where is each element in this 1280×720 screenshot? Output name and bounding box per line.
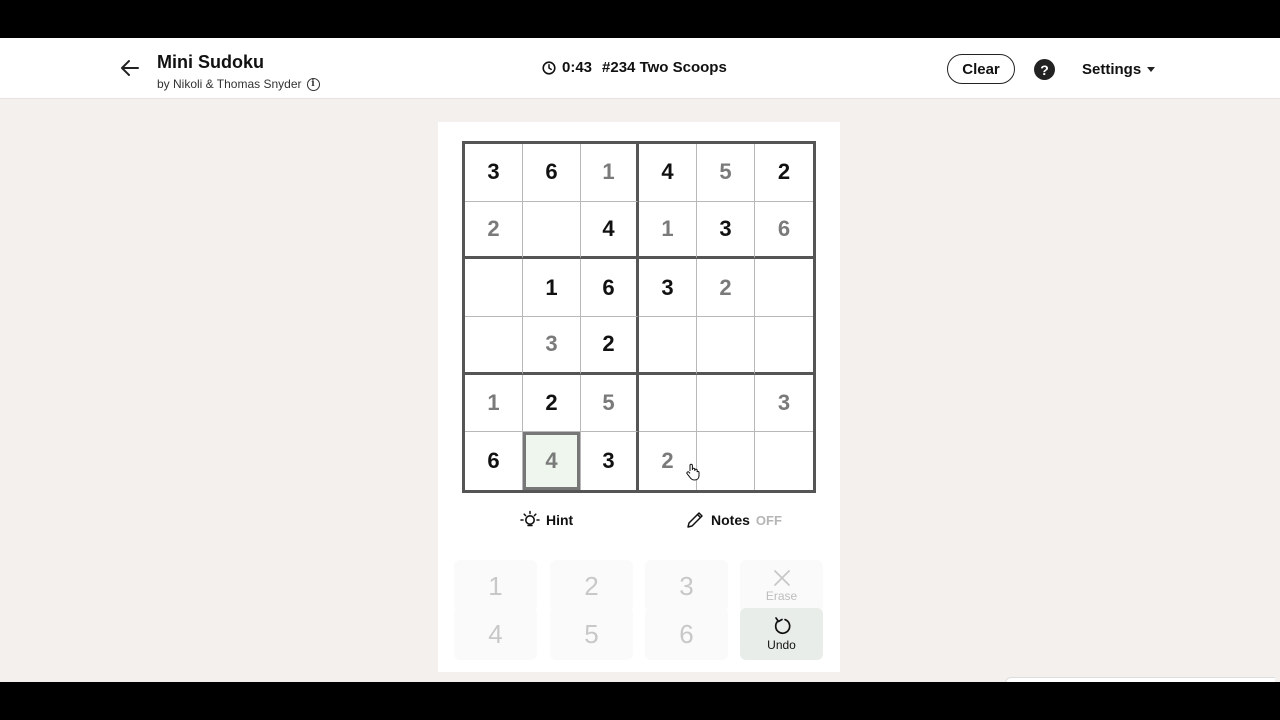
byline-text: by Nikoli & Thomas Snyder (157, 77, 302, 91)
puzzle-name: #234 Two Scoops (602, 59, 727, 76)
grid-cell-r4-c3[interactable] (639, 374, 697, 433)
grid-cell-r3-c3[interactable] (639, 317, 697, 375)
byline: by Nikoli & Thomas Snyder i (157, 77, 320, 91)
clock-icon (542, 60, 556, 75)
erase-label: Erase (765, 589, 798, 603)
undo-button[interactable]: Undo (740, 608, 823, 660)
grid-cell-r4-c5[interactable]: 3 (755, 375, 813, 433)
grid-cell-r5-c3[interactable]: 2 (639, 432, 697, 490)
number-key-5[interactable]: 5 (550, 608, 633, 660)
notes-label: Notes (711, 512, 750, 528)
grid-cell-r2-c0[interactable] (465, 259, 523, 317)
timer: 0:43 (562, 59, 593, 76)
back-arrow-icon[interactable] (116, 54, 144, 82)
grid-cell-r2-c5[interactable] (755, 259, 813, 317)
grid-cell-r3-c4[interactable] (697, 317, 755, 375)
grid-cell-r4-c0[interactable]: 1 (465, 374, 523, 433)
notes-state: OFF (755, 512, 782, 528)
grid-cell-r5-c5[interactable] (755, 432, 813, 490)
grid-cell-r0-c3[interactable]: 4 (639, 144, 697, 202)
info-icon[interactable]: i (306, 77, 320, 91)
grid-cell-r1-c3[interactable]: 1 (639, 201, 697, 260)
grid-cell-r0-c4[interactable]: 5 (697, 144, 755, 202)
game-frame: Mini Sudoku by Nikoli & Thomas Snyder i … (0, 38, 1280, 682)
game-panel: 3614522413616323212536432 Hint Notes OFF (438, 122, 840, 672)
grid-cell-r0-c0[interactable]: 3 (465, 144, 523, 202)
grid-cell-r2-c2[interactable]: 6 (581, 259, 639, 317)
grid-cell-r0-c2[interactable]: 1 (581, 144, 639, 202)
close-icon (773, 570, 790, 586)
timer-and-puzzle: 0:43 #234 Two Scoops (542, 59, 727, 76)
settings-label: Settings (1082, 61, 1142, 78)
settings-menu[interactable]: Settings (1082, 61, 1156, 78)
grid-cell-r5-c4[interactable] (697, 432, 755, 490)
grid-cell-r3-c5[interactable] (755, 317, 813, 375)
undo-icon (774, 617, 791, 635)
chevron-down-icon (1147, 67, 1156, 72)
grid-cell-r1-c4[interactable]: 3 (697, 201, 755, 260)
grid-cell-r3-c1[interactable]: 3 (523, 317, 581, 375)
help-icon[interactable]: ? (1034, 59, 1055, 80)
grid-cell-r5-c1[interactable]: 4 (523, 432, 581, 490)
grid-cell-r3-c0[interactable] (465, 317, 523, 375)
grid-cell-r5-c2[interactable]: 3 (581, 432, 639, 490)
undo-label: Undo (767, 638, 796, 652)
pencil-icon (687, 512, 703, 528)
grid-cell-r2-c1[interactable]: 1 (523, 259, 581, 317)
lightbulb-icon (520, 510, 540, 527)
number-key-2[interactable]: 2 (550, 560, 633, 612)
tool-row: Hint Notes OFF (438, 510, 840, 534)
grid-cell-r4-c1[interactable]: 2 (523, 374, 581, 433)
hint-button[interactable]: Hint (520, 510, 573, 530)
sudoku-grid: 3614522413616323212536432 (462, 141, 816, 493)
hand-cursor-icon (686, 463, 700, 481)
bottom-overlay (1005, 677, 1275, 682)
grid-cell-r1-c0[interactable]: 2 (465, 201, 523, 260)
number-key-4[interactable]: 4 (454, 608, 537, 660)
grid-cell-r1-c1[interactable] (523, 201, 581, 260)
notes-toggle[interactable]: Notes OFF (685, 510, 782, 530)
grid-cell-r1-c5[interactable]: 6 (755, 202, 813, 260)
number-key-6[interactable]: 6 (645, 608, 728, 660)
header-bar: Mini Sudoku by Nikoli & Thomas Snyder i … (0, 38, 1280, 99)
clear-button[interactable]: Clear (947, 54, 1015, 84)
number-key-1[interactable]: 1 (454, 560, 537, 612)
erase-button[interactable]: Erase (740, 560, 823, 612)
grid-cell-r2-c3[interactable]: 3 (639, 259, 697, 317)
hint-label: Hint (546, 512, 574, 528)
grid-cell-r4-c2[interactable]: 5 (581, 374, 639, 433)
grid-cell-r4-c4[interactable] (697, 374, 755, 433)
grid-cell-r3-c2[interactable]: 2 (581, 317, 639, 375)
grid-cell-r1-c2[interactable]: 4 (581, 201, 639, 260)
number-key-3[interactable]: 3 (645, 560, 728, 612)
grid-cell-r5-c0[interactable]: 6 (465, 432, 523, 490)
grid-cell-r0-c1[interactable]: 6 (523, 144, 581, 202)
game-title: Mini Sudoku (157, 52, 264, 72)
grid-cell-r0-c5[interactable]: 2 (755, 144, 813, 202)
grid-cell-r2-c4[interactable]: 2 (697, 259, 755, 317)
